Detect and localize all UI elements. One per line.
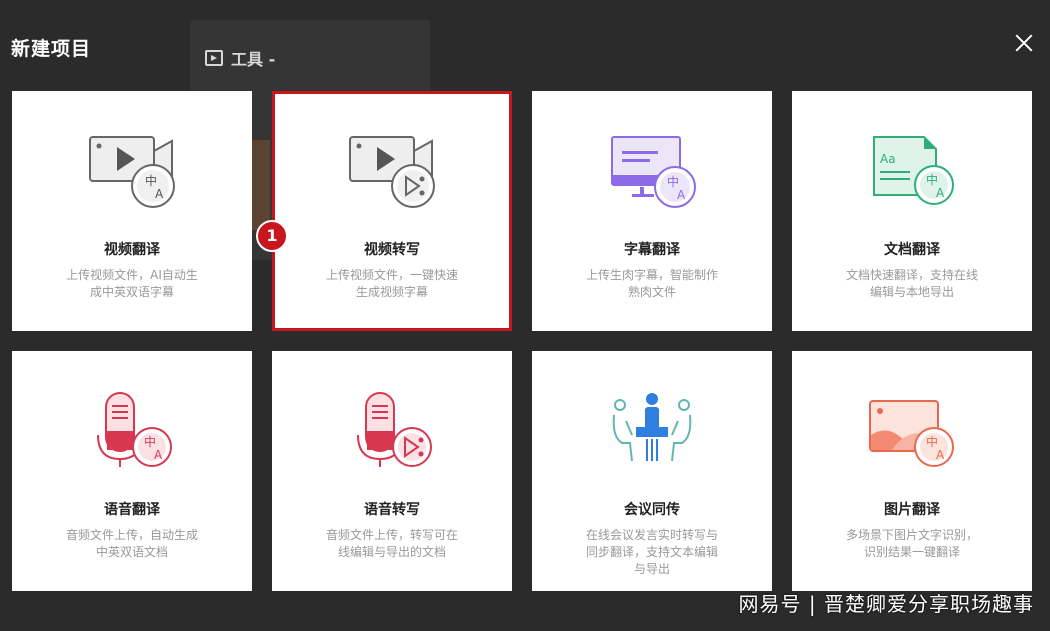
microphone-transcribe-icon (357, 392, 432, 467)
step-number-badge: 1 (256, 220, 288, 252)
card-title: 视频翻译 (104, 242, 160, 258)
card-video-transcribe[interactable]: 视频转写 上传视频文件，一键快速生成视频字幕 (272, 91, 512, 331)
card-title: 会议同传 (624, 502, 680, 518)
background-thumbnail (250, 140, 270, 230)
card-video-translate[interactable]: 中 A 视频翻译 上传视频文件，AI自动生成中英双语字幕 (12, 91, 252, 331)
video-tool-icon (205, 50, 223, 66)
svg-text:A: A (936, 448, 945, 462)
svg-text:中: 中 (145, 173, 157, 188)
card-audio-transcribe[interactable]: 语音转写 音频文件上传，转写可在线编辑与导出的文档 (272, 351, 512, 591)
subtitle-translate-icon: 中 A (611, 136, 696, 208)
card-title: 视频转写 (364, 242, 420, 258)
document-translate-icon: Aa 中 A (873, 136, 954, 205)
card-description: 在线会议发言实时转写与同步翻译，支持文本编辑与导出 (585, 528, 718, 576)
watermark: 网易号 | 晋楚卿爱分享职场趣事 (738, 592, 1034, 616)
microphone-translate-icon: 中 A (97, 392, 172, 467)
svg-text:中: 中 (926, 172, 938, 187)
card-title: 语音转写 (364, 502, 420, 518)
close-icon[interactable] (1011, 30, 1037, 56)
card-meeting-interpret[interactable]: 会议同传 在线会议发言实时转写与同步翻译，支持文本编辑与导出 (532, 351, 772, 591)
card-title: 语音翻译 (104, 502, 160, 518)
card-description: 上传视频文件，AI自动生成中英双语字幕 (66, 268, 198, 299)
meeting-icon (612, 393, 692, 462)
card-description: 上传生肉字幕，智能制作熟肉文件 (585, 268, 718, 299)
card-description: 多场景下图片文字识别，识别结果一键翻译 (845, 528, 978, 559)
card-description: 文档快速翻译，支持在线编辑与本地导出 (845, 268, 978, 299)
card-description: 音频文件上传，自动生成中英双语文档 (65, 528, 198, 559)
card-document-translate[interactable]: Aa 中 A 文档翻译 文档快速翻译，支持在线编辑与本地导出 (792, 91, 1032, 331)
svg-text:中: 中 (926, 434, 938, 449)
background-tab-label: 工具 - (231, 50, 276, 69)
card-title: 字幕翻译 (624, 242, 680, 258)
svg-text:A: A (936, 186, 945, 200)
card-description: 上传视频文件，一键快速生成视频字幕 (325, 268, 458, 299)
background-tab: 工具 - (205, 44, 275, 72)
svg-text:Aa: Aa (880, 152, 896, 166)
video-transcribe-icon (349, 136, 435, 208)
video-translate-icon: 中 A (89, 136, 175, 208)
svg-text:中: 中 (667, 174, 679, 189)
svg-text:A: A (155, 187, 164, 201)
card-title: 文档翻译 (884, 242, 940, 258)
svg-text:A: A (677, 188, 686, 202)
svg-text:A: A (154, 448, 163, 462)
svg-text:中: 中 (144, 434, 156, 449)
card-title: 图片翻译 (884, 502, 940, 518)
card-image-translate[interactable]: 中 A 图片翻译 多场景下图片文字识别，识别结果一键翻译 (792, 351, 1032, 591)
image-translate-icon: 中 A (869, 400, 954, 467)
dialog-title: 新建项目 (11, 38, 92, 60)
card-description: 音频文件上传，转写可在线编辑与导出的文档 (325, 528, 458, 559)
card-audio-translate[interactable]: 中 A 语音翻译 音频文件上传，自动生成中英双语文档 (12, 351, 252, 591)
card-subtitle-translate[interactable]: 中 A 字幕翻译 上传生肉字幕，智能制作熟肉文件 (532, 91, 772, 331)
